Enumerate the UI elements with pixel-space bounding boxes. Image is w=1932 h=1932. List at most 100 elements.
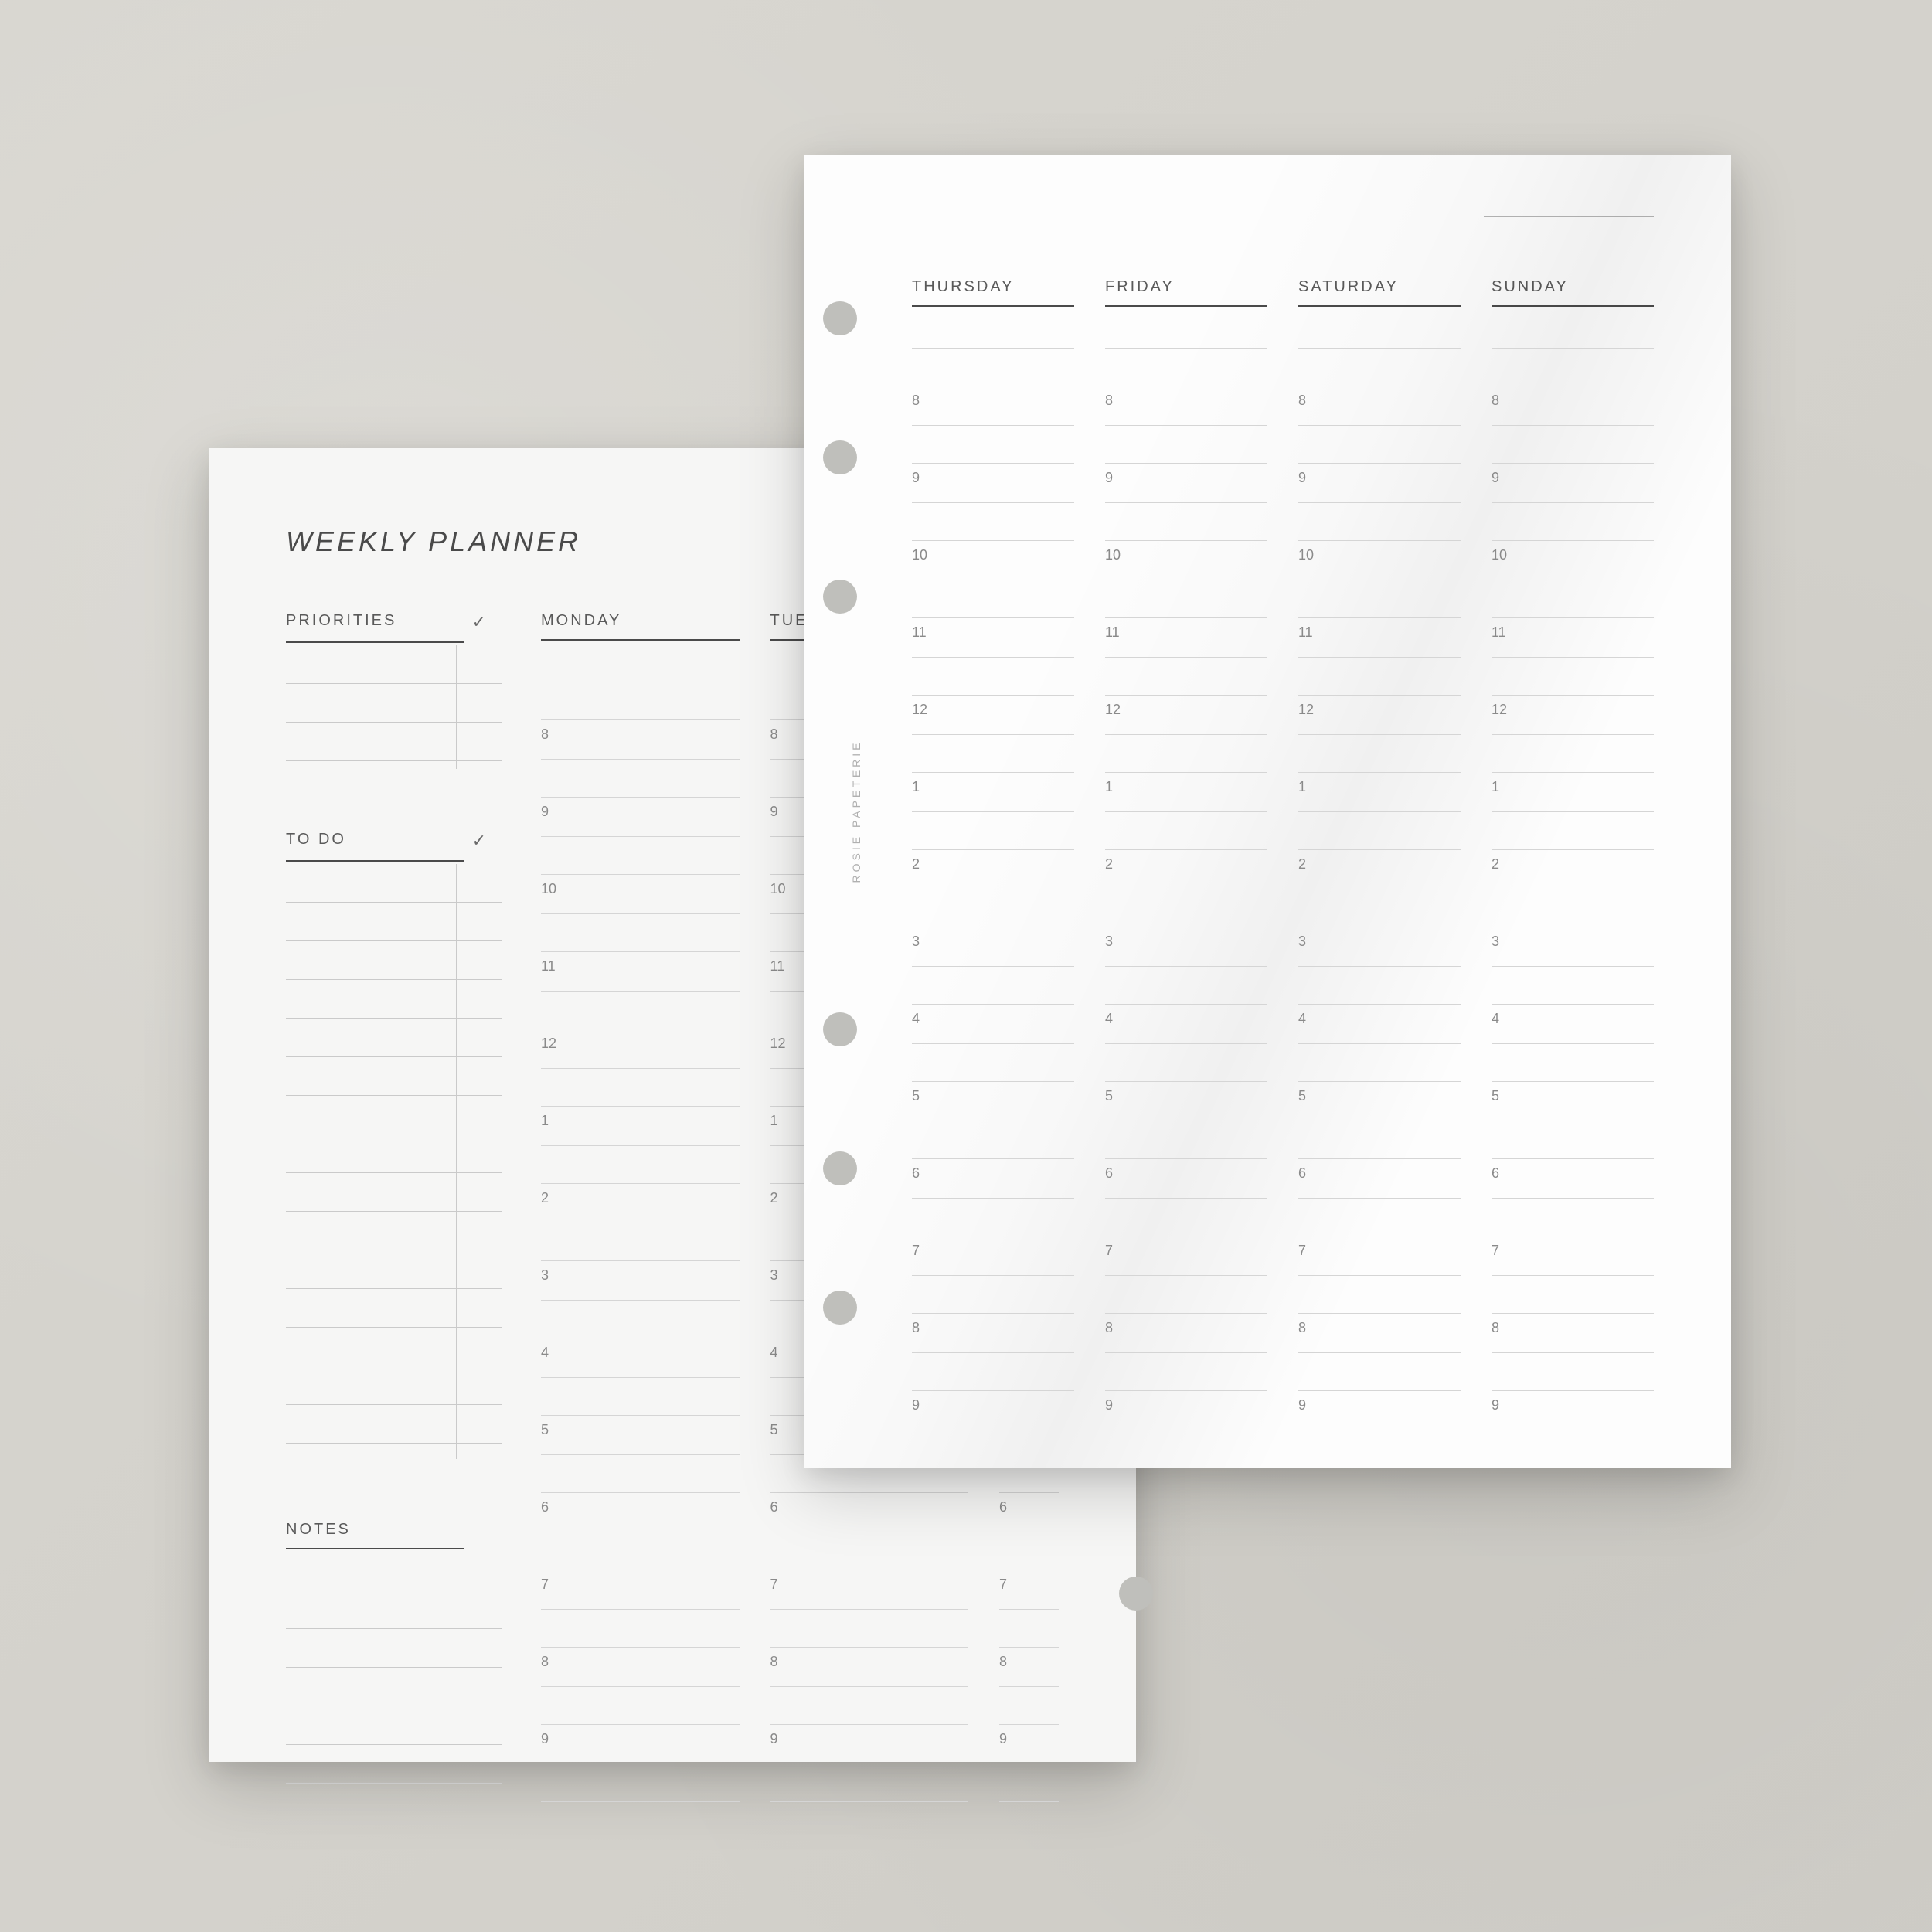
hour-slot: 2 xyxy=(1105,850,1267,927)
hour-slot: 12 xyxy=(1492,696,1654,773)
hour-label: 9 xyxy=(1492,1397,1499,1413)
hour-slot: 6 xyxy=(1492,1159,1654,1236)
hour-label: 11 xyxy=(1105,624,1120,641)
hour-slot: 6 xyxy=(1298,1159,1461,1236)
hour-slot: 9 xyxy=(999,1725,1059,1802)
hour-slots: 89101112123456789 xyxy=(1105,386,1267,1468)
hour-slot: 2 xyxy=(1298,850,1461,927)
hour-label: 9 xyxy=(1298,1397,1306,1413)
hour-label: 8 xyxy=(1105,393,1113,409)
hour-label: 11 xyxy=(541,958,556,975)
hour-slot: 6 xyxy=(541,1493,740,1570)
hour-label: 6 xyxy=(999,1499,1007,1515)
hour-label: 6 xyxy=(912,1165,920,1182)
hour-label: 6 xyxy=(541,1499,549,1515)
right-day-columns: THURSDAY 89101112123456789 FRIDAY 891011… xyxy=(912,278,1654,1468)
hour-slot: 10 xyxy=(541,875,740,952)
hour-label: 11 xyxy=(912,624,927,641)
hour-label: 8 xyxy=(1492,393,1499,409)
hour-slot: 3 xyxy=(1492,927,1654,1005)
day-header: SATURDAY xyxy=(1298,278,1461,307)
hour-label: 6 xyxy=(770,1499,778,1515)
hour-slot: 10 xyxy=(1492,541,1654,618)
hour-slots: 89101112123456789 xyxy=(541,720,740,1802)
day-column-saturday: SATURDAY 89101112123456789 xyxy=(1298,278,1461,1468)
hour-slot: 10 xyxy=(1298,541,1461,618)
hour-label: 8 xyxy=(541,1654,549,1670)
hour-label: 5 xyxy=(1298,1088,1306,1104)
checkmark-icon: ✓ xyxy=(472,612,488,632)
hour-label: 5 xyxy=(912,1088,920,1104)
hour-slot: 5 xyxy=(1298,1082,1461,1159)
hour-slot: 12 xyxy=(1105,696,1267,773)
hour-slot: 12 xyxy=(541,1029,740,1107)
hour-label: 9 xyxy=(1492,470,1499,486)
hour-slots: 89101112123456789 xyxy=(1492,386,1654,1468)
priorities-section: PRIORITIES ✓ xyxy=(286,612,502,784)
hour-label: 11 xyxy=(1298,624,1313,641)
hour-slot: 7 xyxy=(1105,1236,1267,1314)
hour-label: 3 xyxy=(770,1267,778,1284)
hour-slot: 5 xyxy=(1492,1082,1654,1159)
day-column-sunday: SUNDAY 89101112123456789 xyxy=(1492,278,1654,1468)
day-column-monday: MONDAY 89101112123456789 xyxy=(541,612,740,1802)
hour-label: 12 xyxy=(1298,702,1314,718)
hour-label: 9 xyxy=(999,1731,1007,1747)
hour-label: 8 xyxy=(912,393,920,409)
hour-slot: 7 xyxy=(541,1570,740,1648)
hour-slot: 8 xyxy=(541,1648,740,1725)
hour-label: 10 xyxy=(770,881,786,897)
hour-label: 11 xyxy=(1492,624,1506,641)
hour-label: 3 xyxy=(1298,934,1306,950)
hour-label: 2 xyxy=(1298,856,1306,872)
hour-slot: 5 xyxy=(912,1082,1074,1159)
hour-slot: 9 xyxy=(1105,1391,1267,1468)
hour-label: 4 xyxy=(1492,1011,1499,1027)
hour-slot: 7 xyxy=(912,1236,1074,1314)
hour-label: 8 xyxy=(770,726,778,743)
hour-label: 7 xyxy=(1105,1243,1113,1259)
hour-label: 1 xyxy=(541,1113,549,1129)
hour-slot: 5 xyxy=(541,1416,740,1493)
punch-hole-icon xyxy=(823,1151,857,1185)
hour-label: 6 xyxy=(1492,1165,1499,1182)
hour-slot: 4 xyxy=(1492,1005,1654,1082)
hour-slots: 89101112123456789 xyxy=(912,386,1074,1468)
hour-slot: 9 xyxy=(1298,1391,1461,1468)
hour-label: 7 xyxy=(912,1243,920,1259)
hour-slot: 11 xyxy=(912,618,1074,696)
hour-label: 3 xyxy=(541,1267,549,1284)
hour-label: 9 xyxy=(912,1397,920,1413)
hour-label: 9 xyxy=(1298,470,1306,486)
hour-slot: 7 xyxy=(999,1570,1059,1648)
checkmark-icon: ✓ xyxy=(472,831,488,851)
hour-label: 4 xyxy=(1298,1011,1306,1027)
hour-slot: 4 xyxy=(541,1338,740,1416)
hour-slot: 8 xyxy=(1105,1314,1267,1391)
hour-label: 10 xyxy=(1492,547,1507,563)
hour-slot: 10 xyxy=(912,541,1074,618)
hour-slot: 8 xyxy=(999,1648,1059,1725)
hour-label: 2 xyxy=(770,1190,778,1206)
hour-slot: 1 xyxy=(541,1107,740,1184)
hour-slot: 7 xyxy=(770,1570,969,1648)
hour-slot: 11 xyxy=(541,952,740,1029)
hour-label: 1 xyxy=(1105,779,1113,795)
hour-slot: 6 xyxy=(912,1159,1074,1236)
hour-label: 2 xyxy=(1492,856,1499,872)
hour-label: 8 xyxy=(541,726,549,743)
hour-slot: 9 xyxy=(1492,1391,1654,1468)
hour-slot: 9 xyxy=(1492,464,1654,541)
hour-label: 3 xyxy=(912,934,920,950)
hour-slot: 6 xyxy=(1105,1159,1267,1236)
notes-label: NOTES xyxy=(286,1521,351,1539)
punch-hole-icon xyxy=(823,1012,857,1046)
hour-label: 7 xyxy=(770,1577,778,1593)
hour-label: 1 xyxy=(912,779,920,795)
hour-label: 3 xyxy=(1492,934,1499,950)
hour-label: 8 xyxy=(999,1654,1007,1670)
hour-slot: 7 xyxy=(1298,1236,1461,1314)
hour-label: 12 xyxy=(541,1036,556,1052)
hour-slot: 6 xyxy=(999,1493,1059,1570)
hour-slot: 12 xyxy=(912,696,1074,773)
